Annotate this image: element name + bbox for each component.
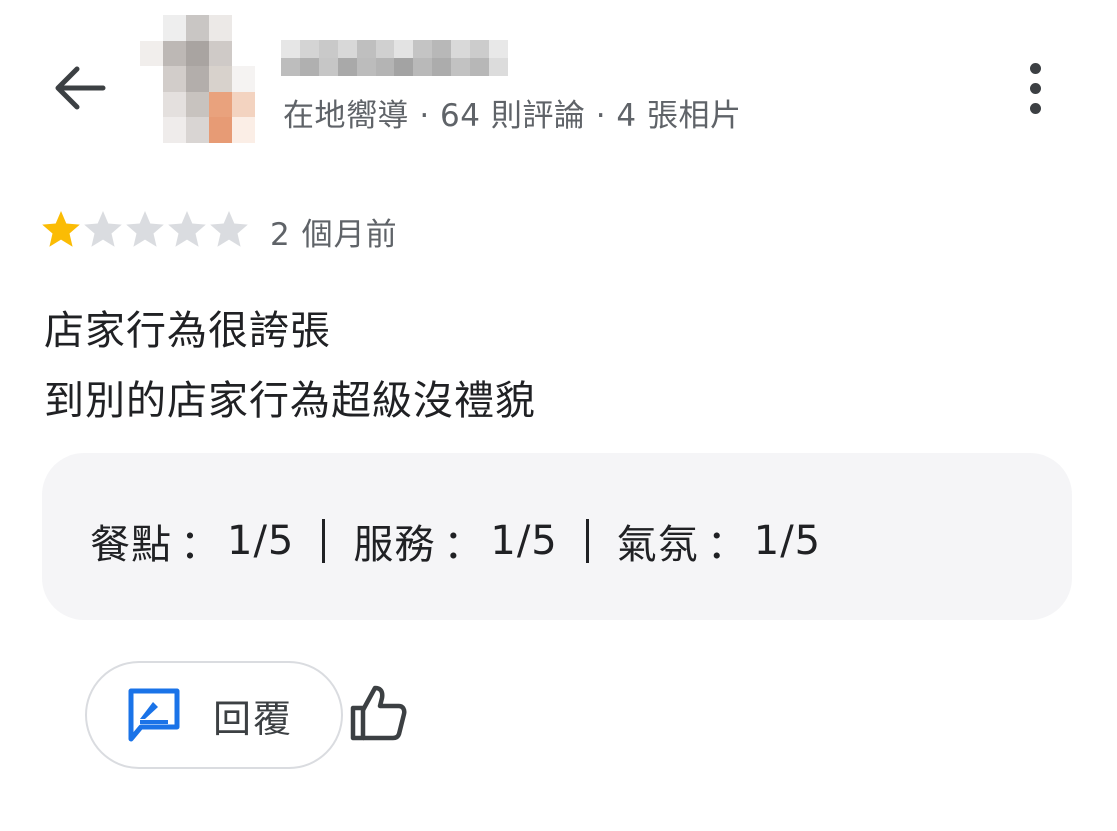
attribute-value-atmosphere: 1/5 (753, 518, 822, 564)
attribute-colon: ： (706, 522, 748, 568)
avatar-pixel (209, 40, 232, 67)
name-blur-pixel (318, 40, 338, 58)
avatar-pixel (232, 15, 255, 41)
name-blur-pixel (337, 58, 357, 76)
name-blur-pixel (451, 40, 471, 58)
attribute-label-atmosphere: 氣氛 (616, 522, 699, 568)
avatar-pixel (186, 66, 209, 92)
avatar-pixel (186, 117, 209, 143)
reviewer-name-redacted[interactable] (281, 40, 508, 76)
attribute-value-food: 1/5 (227, 518, 295, 564)
avatar-pixel (140, 117, 163, 143)
name-blur-pixel (299, 58, 319, 76)
attribute-divider (322, 519, 326, 563)
name-blur-pixel (489, 58, 508, 76)
name-blur-pixel (432, 40, 452, 58)
name-blur-pixel (299, 40, 319, 58)
more-vert-icon-dot (1029, 102, 1041, 114)
avatar-pixel (209, 91, 232, 118)
name-blur-pixel (432, 58, 452, 76)
attribute-colon: ： (443, 522, 485, 568)
attribute-ratings: 餐點： 1/5 服務： 1/5 氣氛： 1/5 (90, 512, 821, 570)
reviewer-meta: 在地嚮導 · 64 則評論 · 4 張相片 (283, 98, 742, 134)
name-blur-pixel (375, 40, 395, 58)
like-button[interactable] (345, 680, 411, 746)
reply-message-icon (128, 688, 180, 742)
avatar-pixel (209, 15, 232, 41)
avatar-pixel (163, 40, 186, 67)
name-blur-pixel (318, 58, 338, 76)
thumb-up-icon (350, 685, 407, 741)
avatar-pixel (163, 117, 186, 143)
avatar-pixel (232, 117, 255, 143)
reply-label: 回覆 (213, 696, 294, 741)
name-blur-pixel (470, 40, 490, 58)
attribute-value-service: 1/5 (490, 518, 558, 564)
name-blur-pixel (375, 58, 395, 76)
avatar-pixel (140, 66, 163, 92)
star-filled-icon (42, 211, 80, 247)
attribute-label-food: 餐點 (90, 522, 172, 568)
name-blur-pixel (281, 40, 300, 58)
avatar-pixel (232, 66, 255, 92)
more-vert-icon-dot (1029, 82, 1041, 94)
star-rating (40, 208, 250, 250)
name-blur-pixel (337, 40, 357, 58)
review-time: 2 個月前 (270, 217, 398, 253)
avatar-pixel (140, 91, 163, 118)
name-blur-pixel (356, 40, 376, 58)
avatar-pixel (209, 117, 232, 143)
reply-button[interactable]: 回覆 (85, 661, 343, 769)
star-empty-icon (84, 211, 122, 247)
star-empty-icon (168, 211, 206, 247)
arrow-back-icon (55, 66, 106, 110)
avatar-pixel (186, 15, 209, 41)
avatar-pixel (140, 15, 163, 41)
avatar-pixel (232, 40, 255, 67)
avatar-pixel (186, 40, 209, 67)
review-text-line: 店家行為很誇張 (44, 308, 331, 354)
avatar-pixel (186, 91, 209, 118)
attribute-label-service: 服務 (353, 522, 436, 568)
name-blur-pixel (281, 58, 300, 76)
star-empty-icon (210, 211, 248, 247)
name-blur-pixel (356, 58, 376, 76)
star-empty-icon (126, 211, 164, 247)
avatar-pixel (163, 15, 186, 41)
name-blur-pixel (394, 40, 414, 58)
avatar[interactable] (140, 15, 255, 143)
name-blur-pixel (413, 58, 433, 76)
avatar-pixel (209, 66, 232, 92)
name-blur-pixel (451, 58, 471, 76)
avatar-pixel (140, 40, 163, 67)
back-button[interactable] (50, 58, 110, 118)
review-text-line: 到別的店家行為超級沒禮貌 (44, 378, 536, 424)
name-blur-pixel (489, 40, 508, 58)
name-blur-pixel (413, 40, 433, 58)
name-blur-pixel (394, 58, 414, 76)
attribute-colon: ： (180, 522, 221, 568)
name-blur-pixel (470, 58, 490, 76)
more-options-button[interactable] (1010, 58, 1060, 118)
avatar-pixel (163, 66, 186, 92)
avatar-pixel (163, 91, 186, 118)
attribute-divider (585, 519, 589, 563)
avatar-pixel (232, 91, 255, 118)
more-vert-icon (1029, 62, 1041, 74)
